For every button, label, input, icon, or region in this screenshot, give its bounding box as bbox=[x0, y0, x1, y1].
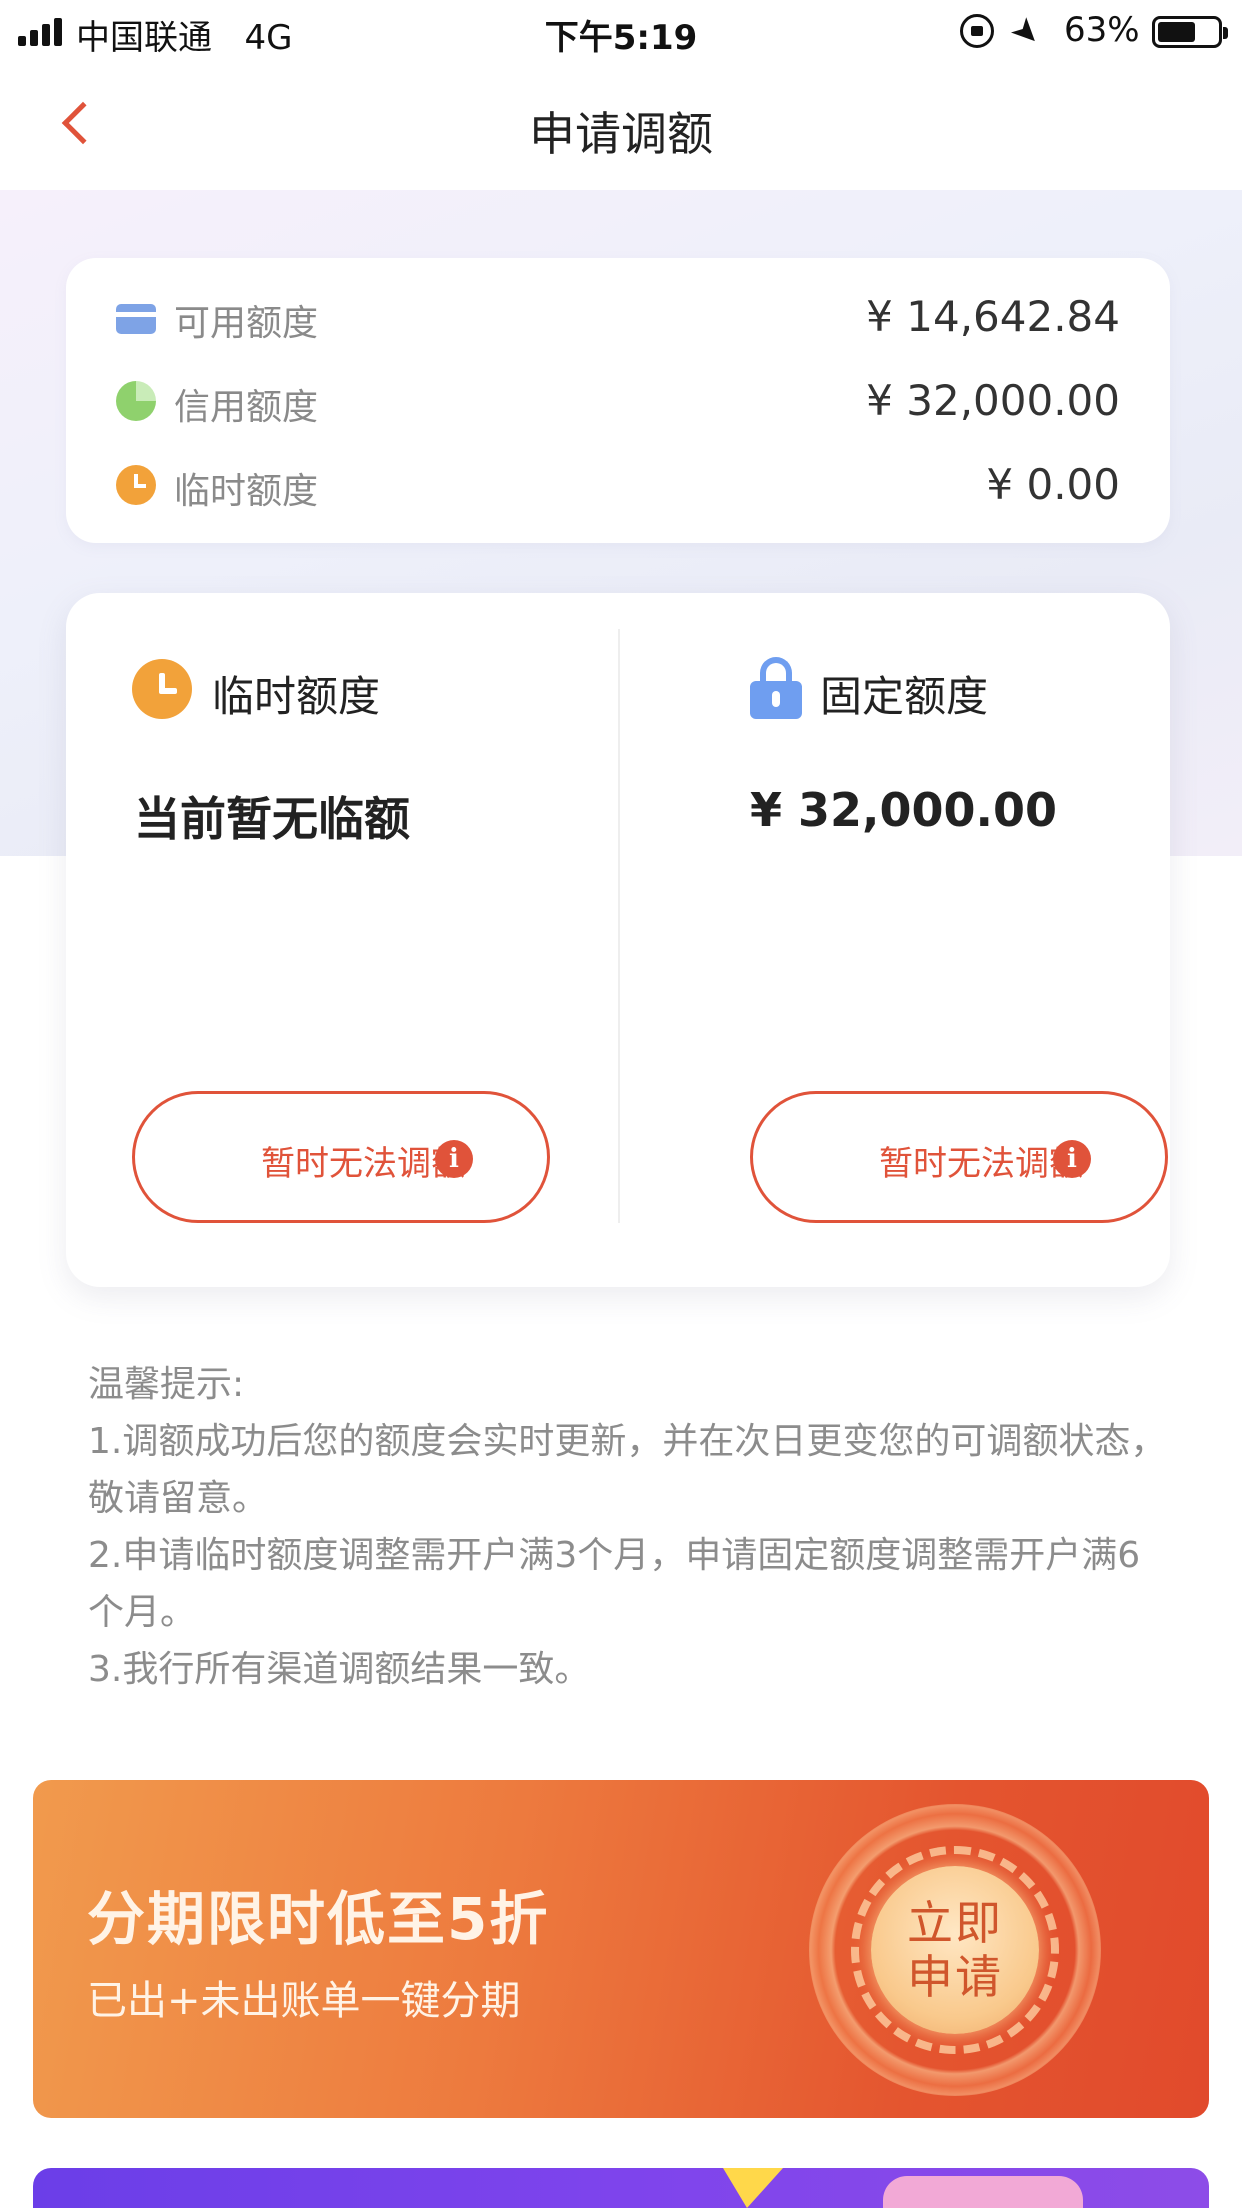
tips-heading: 温馨提示: bbox=[88, 1364, 245, 1405]
tip-item: 3.我行所有渠道调额结果一致。 bbox=[88, 1649, 591, 1690]
summary-label: 可用额度 bbox=[174, 303, 319, 344]
installment-promo-banner[interactable]: 分期限时低至5折 已出+未出账单一键分期 立即 申请 bbox=[33, 1780, 1209, 2118]
promo-subtitle: 已出+未出账单一键分期 bbox=[87, 1978, 521, 2024]
clock-icon bbox=[132, 659, 192, 719]
secondary-promo-banner[interactable] bbox=[33, 2168, 1209, 2208]
promo-title: 分期限时低至5折 bbox=[87, 1885, 550, 1953]
tip-item: 1.调额成功后您的额度会实时更新，并在次日更变您的可调额状态，敬请留意。 bbox=[88, 1421, 1167, 1519]
temporary-limit-title: 临时额度 bbox=[212, 672, 381, 721]
battery-icon bbox=[1152, 16, 1228, 48]
status-bar: 中国联通 4G 下午5:19 ➤ 63% bbox=[0, 0, 1242, 62]
pie-chart-icon bbox=[116, 381, 156, 421]
summary-label: 信用额度 bbox=[174, 387, 319, 428]
temporary-limit-column: 临时额度 当前暂无临额 暂时无法调额 i bbox=[66, 593, 618, 1287]
rotation-lock-icon bbox=[960, 14, 994, 48]
nav-bar: 申请调额 bbox=[0, 62, 1242, 190]
tips-section: 温馨提示: 1.调额成功后您的额度会实时更新，并在次日更变您的可调额状态，敬请留… bbox=[88, 1356, 1168, 1698]
apply-now-button[interactable]: 立即 申请 bbox=[871, 1866, 1039, 2034]
info-icon[interactable]: i bbox=[435, 1140, 473, 1178]
adjust-limit-card: 临时额度 当前暂无临额 暂时无法调额 i 固定额度 ¥ 32,000.00 暂时… bbox=[66, 593, 1170, 1287]
card-icon bbox=[116, 304, 156, 334]
tip-item: 2.申请临时额度调整需开户满3个月，申请固定额度调整需开户满6个月。 bbox=[88, 1535, 1141, 1633]
fixed-limit-amount: ¥ 32,000.00 bbox=[750, 783, 1058, 837]
fixed-limit-column: 固定额度 ¥ 32,000.00 暂时无法调额 i bbox=[618, 593, 1170, 1287]
fixed-limit-title: 固定额度 bbox=[820, 672, 989, 721]
apply-now-label: 立即 申请 bbox=[907, 1896, 1003, 2004]
summary-value: ¥ 14,642.84 bbox=[866, 292, 1120, 341]
summary-value: ¥ 0.00 bbox=[986, 460, 1120, 509]
button-label: 暂时无法调额 bbox=[879, 1144, 1083, 1184]
temporary-limit-amount: 当前暂无临额 bbox=[134, 792, 410, 846]
summary-label: 临时额度 bbox=[174, 471, 319, 512]
battery-fill bbox=[1158, 22, 1195, 42]
lock-icon bbox=[750, 657, 802, 719]
banner-decoration bbox=[883, 2176, 1083, 2208]
summary-value: ¥ 32,000.00 bbox=[866, 376, 1120, 425]
summary-row-available: 可用额度 ¥ 14,642.84 bbox=[116, 292, 1120, 344]
info-icon[interactable]: i bbox=[1053, 1140, 1091, 1178]
clock-icon bbox=[116, 465, 156, 505]
temporary-adjust-button[interactable]: 暂时无法调额 i bbox=[132, 1091, 550, 1223]
button-label: 暂时无法调额 bbox=[261, 1144, 465, 1184]
summary-row-credit: 信用额度 ¥ 32,000.00 bbox=[116, 376, 1120, 428]
status-time: 下午5:19 bbox=[544, 18, 698, 58]
fixed-adjust-button[interactable]: 暂时无法调额 i bbox=[750, 1091, 1168, 1223]
page-title: 申请调额 bbox=[529, 107, 713, 161]
summary-row-temporary: 临时额度 ¥ 0.00 bbox=[116, 460, 1120, 512]
lightning-icon bbox=[723, 2168, 783, 2208]
credit-summary-card: 可用额度 ¥ 14,642.84 信用额度 ¥ 32,000.00 临时额度 ¥… bbox=[66, 258, 1170, 543]
battery-percent: 63% bbox=[1064, 10, 1140, 50]
